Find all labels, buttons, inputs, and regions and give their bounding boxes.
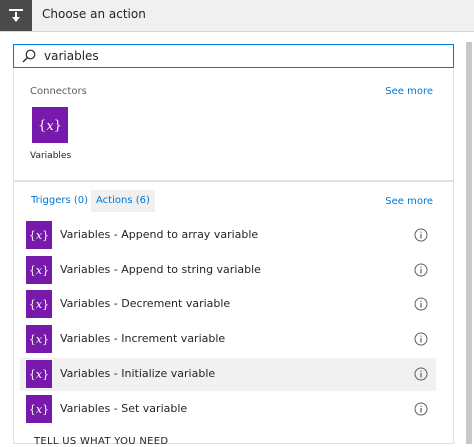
actions-see-more-link[interactable]: See more [385,196,433,207]
action-row[interactable]: {x} Variables - Initialize variable [20,358,436,391]
variables-icon: {x} [26,325,52,353]
action-row[interactable]: {x} Variables - Decrement variable [20,288,436,321]
action-row[interactable]: {x} Variables - Append to string variable [20,254,436,287]
variables-icon: {x} [26,360,52,388]
svg-text:{x}: {x} [29,229,49,242]
scrollbar-track[interactable] [466,42,472,444]
action-label: Variables - Initialize variable [60,367,216,380]
info-icon[interactable] [414,332,428,346]
info-icon[interactable] [414,402,428,416]
panel-title: Choose an action [42,7,146,21]
action-label: Variables - Decrement variable [60,297,231,310]
search-input[interactable] [44,47,444,65]
actions-section: Triggers (0) Actions (6) See more {x} Var… [13,181,454,447]
connectors-section: Connectors See more {x} Variables [13,69,454,181]
svg-text:{x}: {x} [29,403,49,416]
svg-text:{x}: {x} [29,368,49,381]
search-icon [21,48,37,64]
connector-variables[interactable]: {x} Variables [30,107,72,165]
action-row[interactable]: {x} Variables - Append to array variable [20,219,436,252]
svg-text:{x}: {x} [29,298,49,311]
connectors-label: Connectors [30,86,87,97]
variables-icon: {x} [26,290,52,318]
info-icon[interactable] [414,263,428,277]
action-label: Variables - Append to string variable [60,263,261,276]
connectors-see-more-link[interactable]: See more [385,86,433,97]
tell-us-link[interactable]: TELL US WHAT YOU NEED [34,436,168,447]
info-icon[interactable] [414,228,428,242]
tab-actions[interactable]: Actions (6) [91,190,155,212]
action-label: Variables - Set variable [60,402,188,415]
svg-text:{x}: {x} [29,264,49,277]
variables-icon: {x} [26,395,52,423]
action-step-icon [0,0,32,31]
search-box[interactable] [13,44,454,68]
scrollbar-thumb[interactable] [466,42,472,444]
action-row[interactable]: {x} Variables - Set variable [20,393,436,426]
variables-icon: {x} [26,256,52,284]
action-row[interactable]: {x} Variables - Increment variable [20,323,436,356]
svg-text:{x}: {x} [38,119,62,134]
info-icon[interactable] [414,297,428,311]
action-label: Variables - Append to array variable [60,228,259,241]
svg-text:{x}: {x} [29,333,49,346]
variables-icon: {x} [32,107,68,143]
panel-header: Choose an action [0,0,474,32]
info-icon[interactable] [414,367,428,381]
connector-label: Variables [30,151,72,161]
tab-triggers[interactable]: Triggers (0) [26,190,93,212]
action-label: Variables - Increment variable [60,332,226,345]
variables-icon: {x} [26,221,52,249]
